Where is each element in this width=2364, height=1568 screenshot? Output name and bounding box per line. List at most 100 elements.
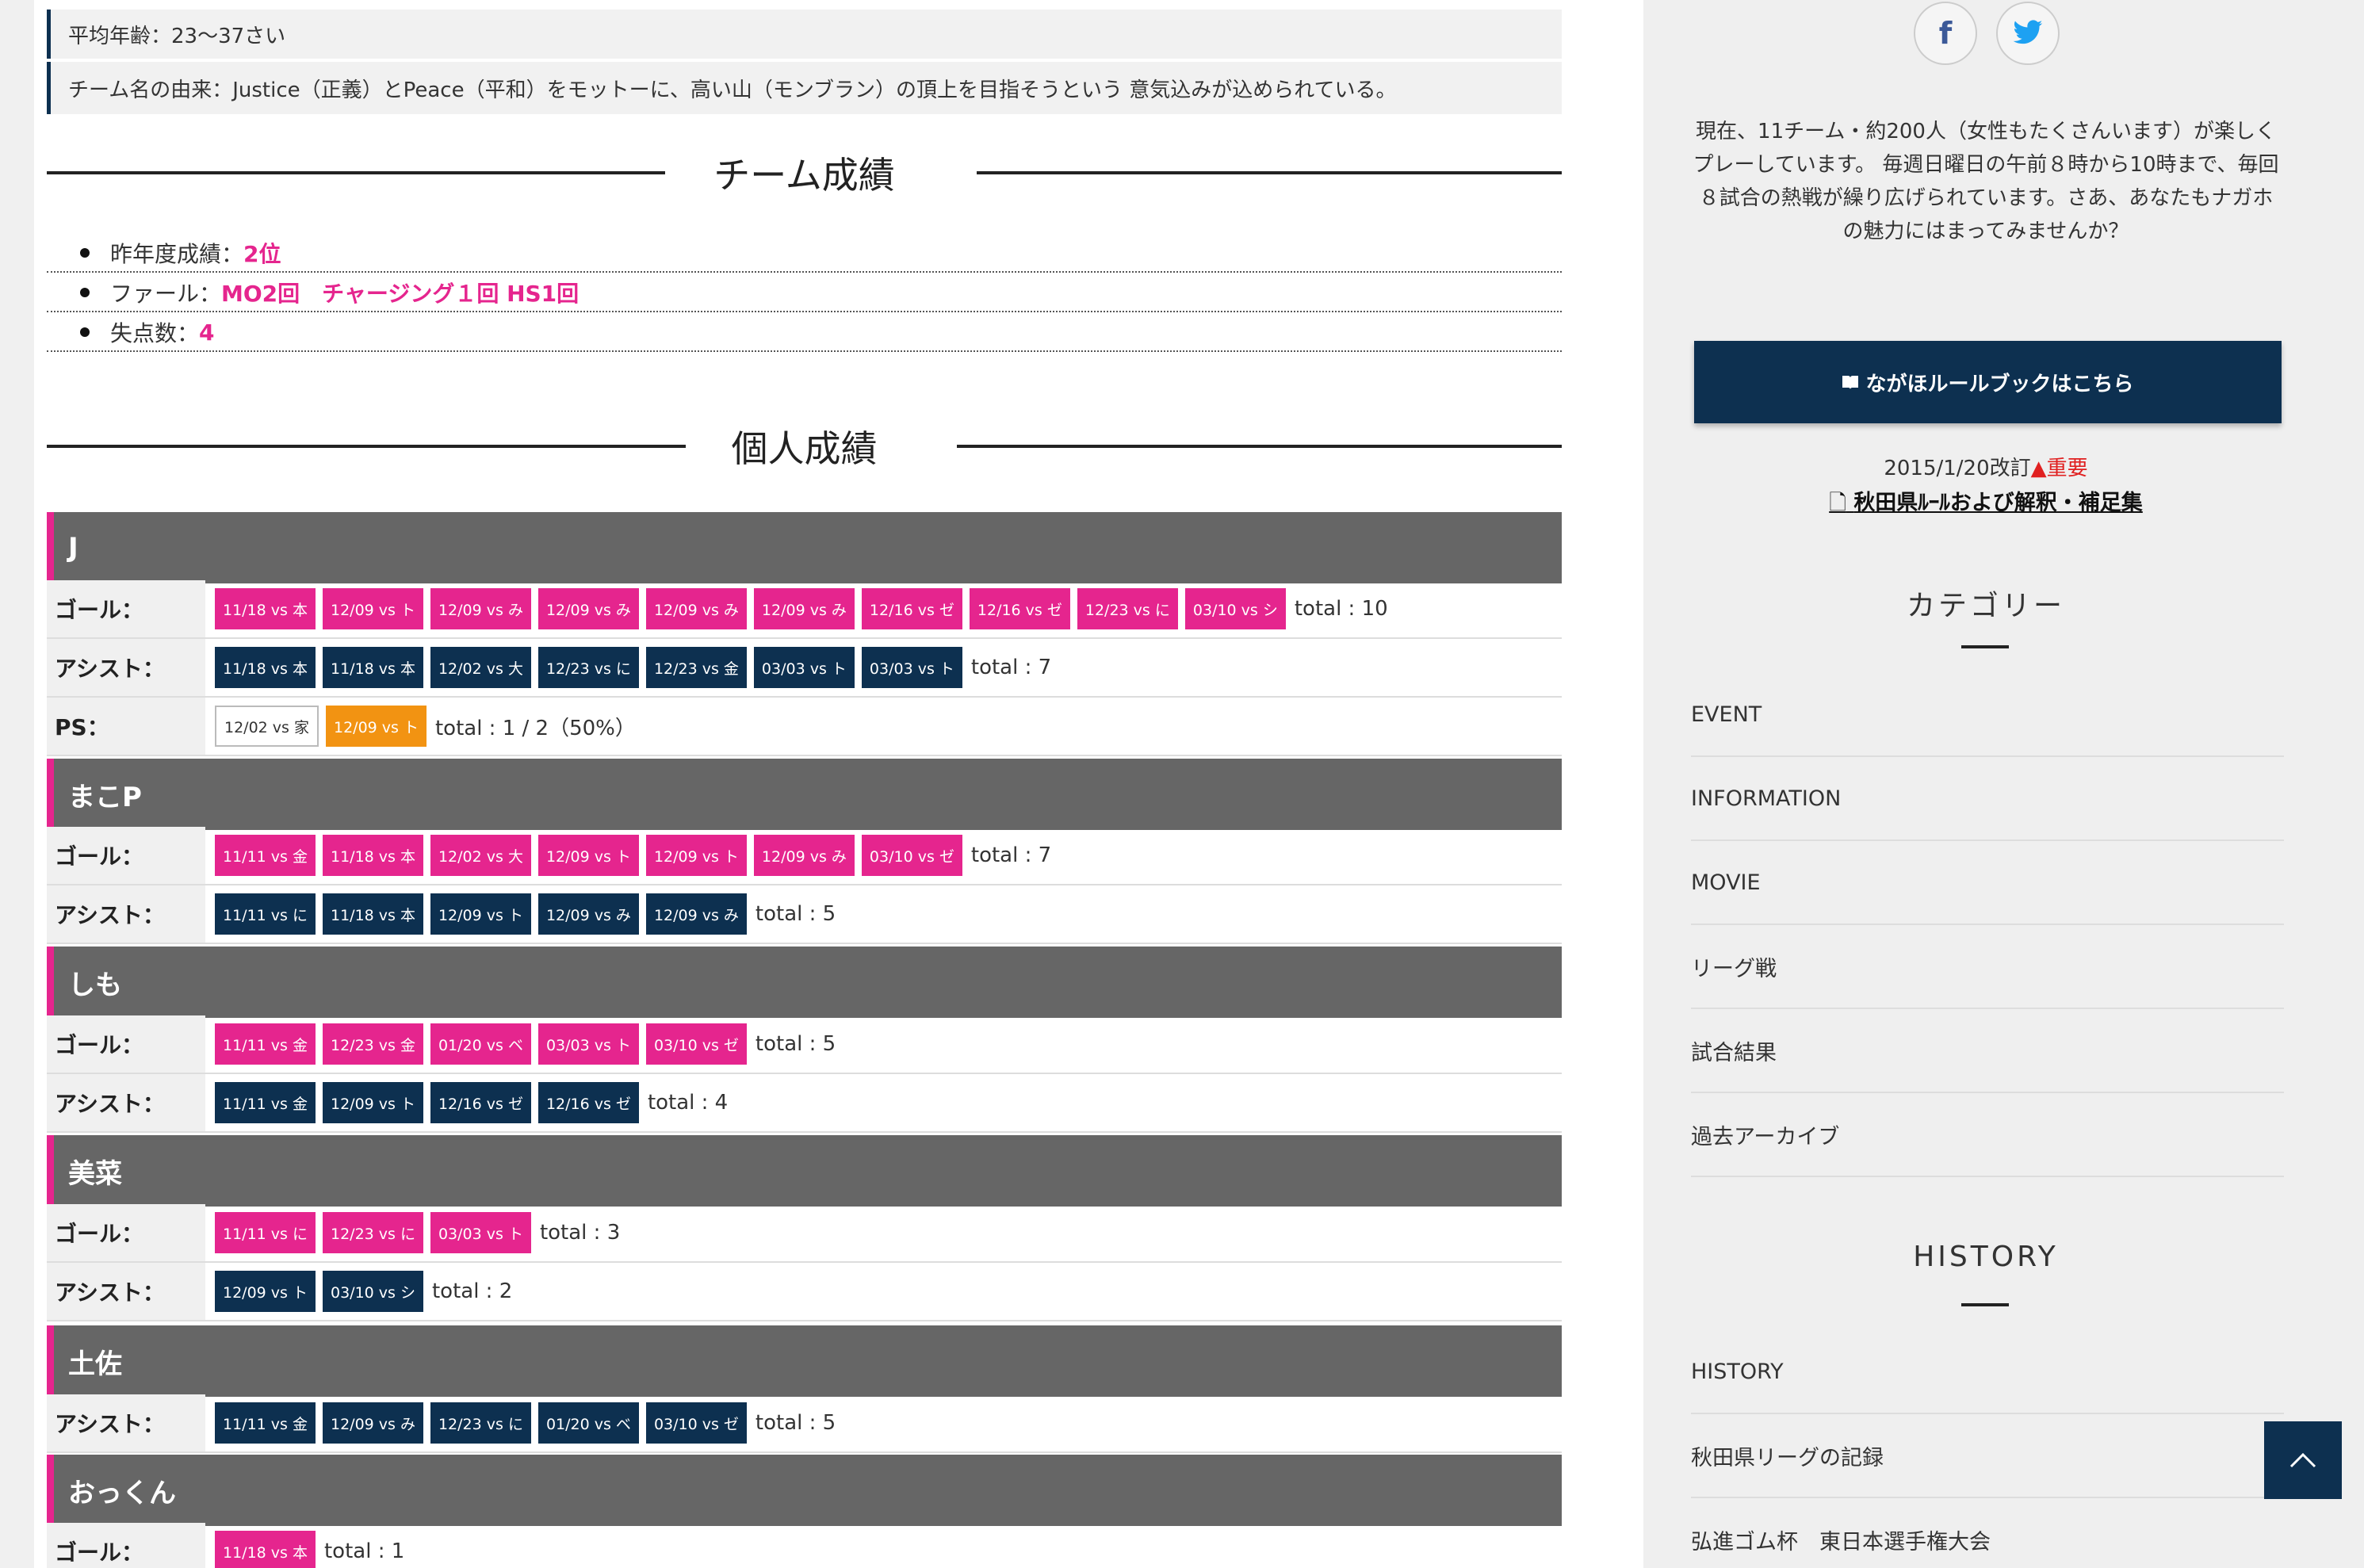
goal-match-chip[interactable]: 12/09 vs ト <box>645 835 747 876</box>
stat-total: total : 2 <box>431 1279 513 1303</box>
assist-match-chip[interactable]: 01/20 vs ベ <box>537 1402 639 1444</box>
team-age-text: 平均年齢：23〜37さい <box>68 24 286 48</box>
assist-match-chip[interactable]: 12/09 vs み <box>322 1402 423 1444</box>
book-icon <box>1842 376 1859 389</box>
history-title: HISTORY <box>1913 1241 2059 1273</box>
goal-match-chip[interactable]: 12/23 vs に <box>1077 588 1178 629</box>
goal-match-chip[interactable]: 12/16 vs ゼ <box>861 588 962 629</box>
revision-note: 2015/1/20改訂▲重要 <box>1689 452 2283 481</box>
goal-match-chip[interactable]: 12/09 vs み <box>430 588 531 629</box>
history-link[interactable]: 秋田県リーグの記録 <box>1691 1414 2284 1498</box>
player-stat-row: ゴール： 11/18 vs 本 12/09 vs ト 12/09 vs み 12/09 … <box>47 580 1562 639</box>
match-chips: 11/11 vs 金 11/18 vs 本 12/02 vs 大 12/09 vs ト… <box>205 835 1051 876</box>
assist-match-chip[interactable]: 03/03 vs ト <box>753 647 855 688</box>
goal-match-chip[interactable]: 12/23 vs 金 <box>322 1023 423 1065</box>
goal-match-chip[interactable]: 11/18 vs 本 <box>322 835 423 876</box>
rule-interpretation-link[interactable]: 🗋 秋田県ﾙｰﾙおよび解釈・補足集 <box>1689 485 2283 524</box>
category-title: カテゴリー <box>1906 590 2065 622</box>
assist-match-chip[interactable]: 12/02 vs 大 <box>430 647 531 688</box>
goal-match-chip[interactable]: 03/10 vs ゼ <box>645 1023 747 1065</box>
facebook-share-button[interactable]: f <box>1914 2 1977 65</box>
team-stat-label: ファール： <box>110 281 222 307</box>
assist-match-chip[interactable]: 11/11 vs 金 <box>215 1402 316 1444</box>
stat-total: total : 3 <box>539 1221 621 1245</box>
player-name-header: 土佐 <box>47 1325 1562 1397</box>
heading-line-right <box>977 171 1562 174</box>
goal-match-chip[interactable]: 12/09 vs み <box>753 588 855 629</box>
bullet <box>80 327 90 337</box>
goal-match-chip[interactable]: 12/09 vs み <box>537 588 639 629</box>
goal-match-chip[interactable]: 11/11 vs 金 <box>215 1023 316 1065</box>
stat-label: ゴール： <box>47 827 205 884</box>
bullet <box>80 248 90 258</box>
goal-match-chip[interactable]: 11/11 vs に <box>215 1212 316 1253</box>
goal-match-chip[interactable]: 01/20 vs ベ <box>430 1023 531 1065</box>
stat-label: アシスト： <box>47 1263 205 1320</box>
category-link[interactable]: INFORMATION <box>1691 757 2284 841</box>
category-link[interactable]: MOVIE <box>1691 841 2284 925</box>
goal-match-chip[interactable]: 12/02 vs 大 <box>430 835 531 876</box>
player-stat-row: アシスト： 11/18 vs 本 11/18 vs 本 12/02 vs 大 12/23… <box>47 639 1562 698</box>
bullet <box>80 288 90 297</box>
document-icon: 🗋 <box>1829 491 1846 515</box>
player-stat-row: ゴール： 11/11 vs 金 11/18 vs 本 12/02 vs 大 12/09 … <box>47 827 1562 885</box>
assist-match-chip[interactable]: 12/16 vs ゼ <box>430 1082 531 1123</box>
ps-match-chip[interactable]: 12/09 vs ト <box>325 706 427 747</box>
category-link[interactable]: 試合結果 <box>1691 1009 2284 1093</box>
stat-label: アシスト： <box>47 885 205 943</box>
goal-match-chip[interactable]: 12/09 vs み <box>645 588 747 629</box>
assist-match-chip[interactable]: 12/09 vs ト <box>215 1271 316 1312</box>
goal-match-chip[interactable]: 12/09 vs ト <box>537 835 639 876</box>
assist-match-chip[interactable]: 12/09 vs ト <box>322 1082 423 1123</box>
rulebook-button[interactable]: ながほルールブックはこちら <box>1694 341 2282 423</box>
assist-match-chip[interactable]: 12/23 vs に <box>537 647 639 688</box>
goal-match-chip[interactable]: 11/11 vs 金 <box>215 835 316 876</box>
assist-match-chip[interactable]: 11/18 vs 本 <box>322 893 423 935</box>
goal-match-chip[interactable]: 03/03 vs ト <box>537 1023 639 1065</box>
player-stat-row: アシスト： 11/11 vs に 11/18 vs 本 12/09 vs ト 12/09… <box>47 885 1562 944</box>
assist-match-chip[interactable]: 11/11 vs に <box>215 893 316 935</box>
category-link[interactable]: リーグ戦 <box>1691 925 2284 1009</box>
assist-match-chip[interactable]: 03/10 vs シ <box>322 1271 423 1312</box>
stat-total: total : 7 <box>970 843 1052 867</box>
team-results-title: チーム成績 <box>713 147 895 199</box>
assist-match-chip[interactable]: 12/09 vs ト <box>430 893 531 935</box>
scroll-to-top-button[interactable] <box>2264 1421 2342 1499</box>
heading-line-left <box>47 445 686 448</box>
match-chips: 11/11 vs 金 12/09 vs ト 12/16 vs ゼ 12/16 vs ゼ… <box>205 1082 728 1123</box>
category-link[interactable]: 過去アーカイブ <box>1691 1093 2284 1177</box>
goal-match-chip[interactable]: 03/10 vs シ <box>1184 588 1286 629</box>
category-link[interactable]: EVENT <box>1691 673 2284 757</box>
player-stat-row: アシスト： 11/11 vs 金 12/09 vs ト 12/16 vs ゼ 12/16… <box>47 1074 1562 1133</box>
goal-match-chip[interactable]: 12/16 vs ゼ <box>969 588 1070 629</box>
assist-match-chip[interactable]: 11/11 vs 金 <box>215 1082 316 1123</box>
goal-match-chip[interactable]: 03/03 vs ト <box>430 1212 531 1253</box>
goal-match-chip[interactable]: 12/09 vs ト <box>322 588 423 629</box>
team-name-origin-text: チーム名の由来：Justice（正義）とPeace（平和）をモットーに、高い山（… <box>68 78 1397 102</box>
assist-match-chip[interactable]: 12/09 vs み <box>645 893 747 935</box>
assist-match-chip[interactable]: 12/23 vs 金 <box>645 647 747 688</box>
goal-match-chip[interactable]: 03/10 vs ゼ <box>861 835 962 876</box>
rulebook-button-label: ながほルールブックはこちら <box>1865 372 2134 396</box>
history-link[interactable]: 弘進ゴム杯 東日本選手権大会 <box>1691 1498 2284 1568</box>
heading-line-left <box>47 171 665 174</box>
assist-match-chip[interactable]: 12/09 vs み <box>537 893 639 935</box>
assist-match-chip[interactable]: 03/10 vs ゼ <box>645 1402 747 1444</box>
assist-match-chip[interactable]: 11/18 vs 本 <box>215 647 316 688</box>
assist-match-chip[interactable]: 12/23 vs に <box>430 1402 531 1444</box>
twitter-share-button[interactable] <box>1996 2 2060 65</box>
player-name-header: 美菜 <box>47 1135 1562 1207</box>
assist-match-chip[interactable]: 11/18 vs 本 <box>322 647 423 688</box>
stat-label: ゴール： <box>47 1204 205 1261</box>
goal-match-chip[interactable]: 12/23 vs に <box>322 1212 423 1253</box>
goal-match-chip[interactable]: 11/18 vs 本 <box>215 1531 316 1568</box>
ps-match-chip[interactable]: 12/02 vs 家 <box>215 706 319 747</box>
assist-match-chip[interactable]: 03/03 vs ト <box>861 647 962 688</box>
team-stat-item: ファール： MO2回 チャージング１回 HS1回 <box>47 274 1562 312</box>
stat-label: アシスト： <box>47 639 205 696</box>
goal-match-chip[interactable]: 12/09 vs み <box>753 835 855 876</box>
goal-match-chip[interactable]: 11/18 vs 本 <box>215 588 316 629</box>
assist-match-chip[interactable]: 12/16 vs ゼ <box>537 1082 639 1123</box>
team-age-row: 平均年齢：23〜37さい <box>47 10 1562 59</box>
history-link[interactable]: HISTORY <box>1691 1330 2284 1414</box>
